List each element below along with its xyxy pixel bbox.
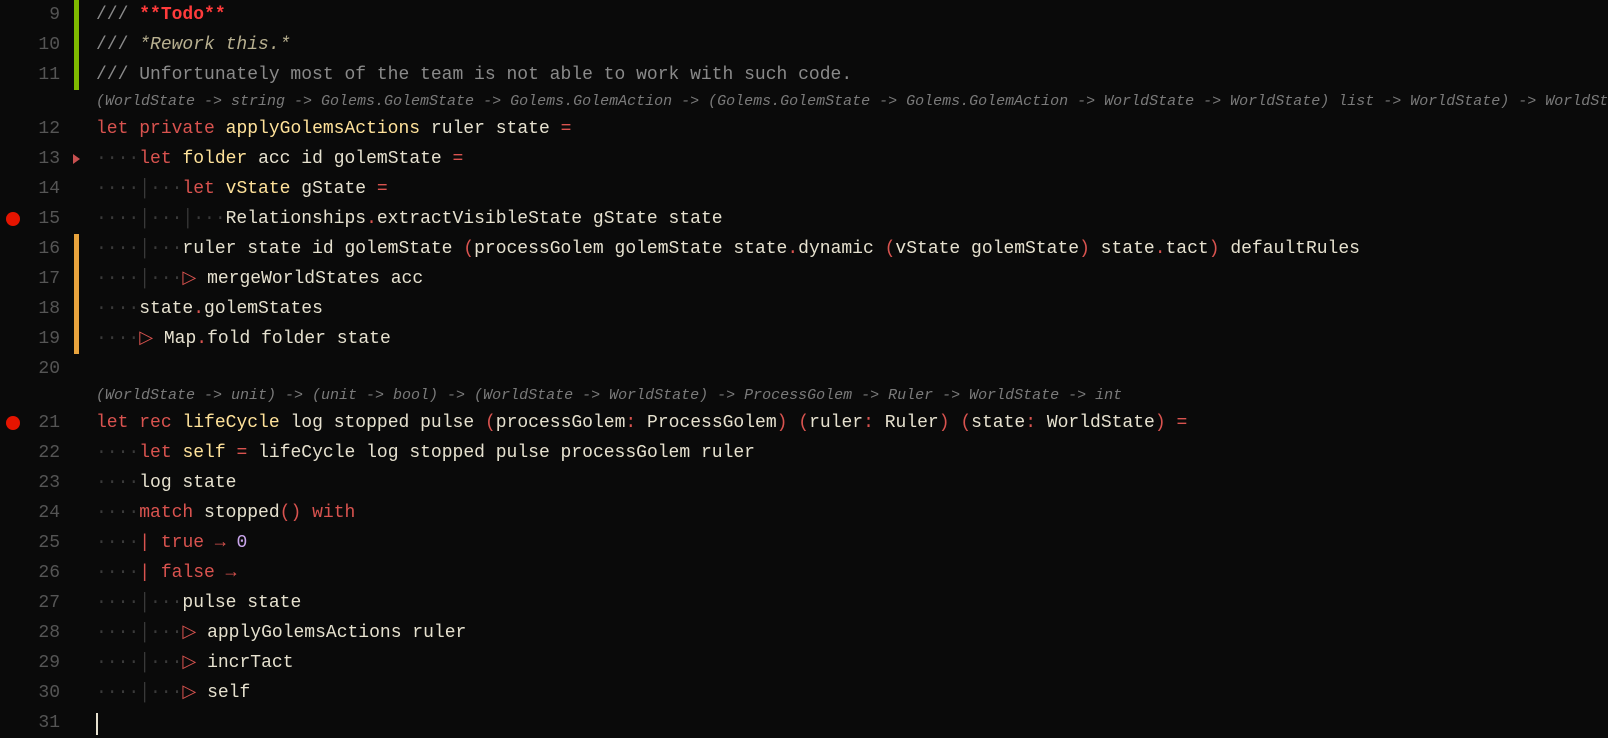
code-line[interactable]: ····│···▷ incrTact	[96, 648, 1608, 678]
line-number	[0, 90, 60, 114]
line-number[interactable]: 26	[0, 558, 60, 588]
line-number[interactable]: 10	[0, 30, 60, 60]
line-number[interactable]: 24	[0, 498, 60, 528]
change-marks-gutter	[70, 0, 84, 691]
line-number-gutter[interactable]: 9 10 11 12 13 14 15 16 17 18 19 20 21 22…	[0, 0, 70, 691]
line-number[interactable]: 30	[0, 678, 60, 708]
code-line[interactable]: ····let folder acc id golemState =	[96, 144, 1608, 174]
code-line[interactable]: ····let self = lifeCycle log stopped pul…	[96, 438, 1608, 468]
pipe-icon: ▷	[182, 269, 196, 289]
code-line[interactable]: ····▷ Map.fold folder state	[96, 324, 1608, 354]
type-hint: (WorldState -> unit) -> (unit -> bool) -…	[96, 384, 1608, 408]
code-line[interactable]: ····state.golemStates	[96, 294, 1608, 324]
line-number[interactable]: 9	[0, 0, 60, 30]
code-line[interactable]: ····│···▷ self	[96, 678, 1608, 708]
pipe-icon: ▷	[182, 683, 196, 703]
pipe-icon: ▷	[139, 329, 153, 349]
change-mark-added	[74, 0, 79, 30]
change-mark-modified	[74, 324, 79, 354]
code-line[interactable]: ····match stopped() with	[96, 498, 1608, 528]
breakpoint-icon[interactable]	[6, 212, 20, 226]
code-line[interactable]: let rec lifeCycle log stopped pulse (pro…	[96, 408, 1608, 438]
code-area[interactable]: /// **Todo** /// *Rework this.* /// Unfo…	[84, 0, 1608, 691]
line-number[interactable]: 25	[0, 528, 60, 558]
code-line[interactable]: ····| true → 0	[96, 528, 1608, 558]
change-mark-modified	[74, 264, 79, 294]
text-cursor	[96, 713, 98, 735]
line-number[interactable]: 31	[0, 708, 60, 738]
line-number[interactable]: 14	[0, 174, 60, 204]
pipe-icon: ▷	[182, 623, 196, 643]
line-number[interactable]: 15	[0, 204, 60, 234]
todo-marker: **Todo**	[139, 5, 225, 25]
change-mark-added	[74, 60, 79, 90]
line-number[interactable]: 22	[0, 438, 60, 468]
line-number[interactable]: 19	[0, 324, 60, 354]
code-line[interactable]: /// **Todo**	[96, 0, 1608, 30]
line-number	[0, 384, 60, 408]
code-line[interactable]: /// *Rework this.*	[96, 30, 1608, 60]
line-number[interactable]: 21	[0, 408, 60, 438]
code-line[interactable]: let private applyGolemsActions ruler sta…	[96, 114, 1608, 144]
line-number[interactable]: 17	[0, 264, 60, 294]
fold-caret-icon[interactable]	[73, 154, 80, 164]
type-hint: (WorldState -> string -> Golems.GolemSta…	[96, 90, 1608, 114]
line-number[interactable]: 18	[0, 294, 60, 324]
change-mark-added	[74, 30, 79, 60]
line-number[interactable]: 16	[0, 234, 60, 264]
line-number[interactable]: 23	[0, 468, 60, 498]
code-line[interactable]: ····│···│···Relationships.extractVisible…	[96, 204, 1608, 234]
code-line[interactable]: ····│···▷ applyGolemsActions ruler	[96, 618, 1608, 648]
code-line[interactable]: /// Unfortunately most of the team is no…	[96, 60, 1608, 90]
code-editor[interactable]: 9 10 11 12 13 14 15 16 17 18 19 20 21 22…	[0, 0, 1608, 691]
change-mark-modified	[74, 294, 79, 324]
line-number[interactable]: 20	[0, 354, 60, 384]
code-line[interactable]	[96, 354, 1608, 384]
line-number[interactable]: 11	[0, 60, 60, 90]
code-line[interactable]: ····log state	[96, 468, 1608, 498]
line-number[interactable]: 12	[0, 114, 60, 144]
breakpoint-icon[interactable]	[6, 416, 20, 430]
code-line[interactable]: ····| false →	[96, 558, 1608, 588]
line-number[interactable]: 27	[0, 588, 60, 618]
line-number[interactable]: 13	[0, 144, 60, 174]
pipe-icon: ▷	[182, 653, 196, 673]
line-number[interactable]: 28	[0, 618, 60, 648]
code-line[interactable]: ····│···ruler state id golemState (proce…	[96, 234, 1608, 264]
code-line[interactable]: ····│···let vState gState =	[96, 174, 1608, 204]
change-mark-modified	[74, 234, 79, 264]
code-line[interactable]	[96, 708, 1608, 738]
code-line[interactable]: ····│···▷ mergeWorldStates acc	[96, 264, 1608, 294]
code-line[interactable]: ····│···pulse state	[96, 588, 1608, 618]
line-number[interactable]: 29	[0, 648, 60, 678]
